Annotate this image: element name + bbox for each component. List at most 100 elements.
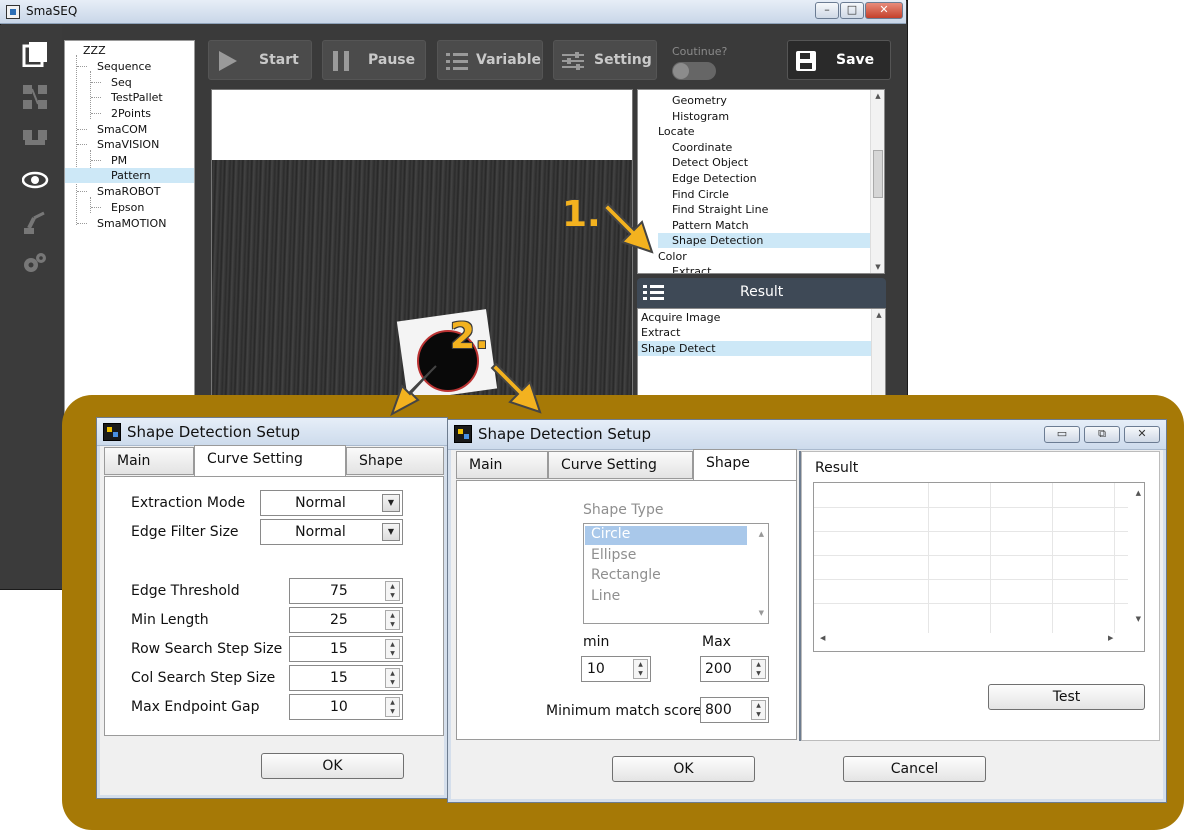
scroll-up-arrow[interactable]: ▲ (871, 92, 884, 100)
pause-button[interactable]: Pause (322, 40, 426, 80)
tree-root[interactable]: ZZZ (83, 43, 106, 58)
scroll-left-arrow[interactable]: ◀ (820, 634, 825, 642)
tab-curve-setting[interactable]: Curve Setting (194, 445, 346, 477)
continue-toggle[interactable] (672, 62, 716, 80)
setting-button[interactable]: Setting (553, 40, 657, 80)
variable-label: Variable (476, 52, 541, 68)
edge-filter-size-select[interactable]: Normal ▼ (260, 519, 403, 545)
shape-item-rectangle[interactable]: Rectangle (591, 567, 661, 583)
col-search-step-value: 15 (330, 670, 348, 686)
variable-button[interactable]: Variable (437, 40, 543, 80)
close-button[interactable]: ✕ (865, 2, 903, 19)
func-item-detect-object[interactable]: Detect Object (672, 155, 748, 170)
result-list-scrollbar[interactable]: ▲ (871, 309, 885, 399)
tree-item-smavision[interactable]: SmaVISION (97, 137, 159, 152)
result-grid[interactable]: ▲ ▼ ◀ ▶ (813, 482, 1145, 652)
shape-item-line[interactable]: Line (591, 588, 620, 604)
eye-icon[interactable] (21, 168, 49, 192)
tree-item-seq[interactable]: Seq (111, 75, 132, 90)
col-search-step-label: Col Search Step Size (131, 670, 276, 686)
func-item-find-circle[interactable]: Find Circle (672, 187, 729, 202)
tab-main[interactable]: Main (456, 451, 548, 479)
tab-shape[interactable]: Shape (693, 449, 797, 481)
result-item-acquire-image[interactable]: Acquire Image (638, 310, 871, 325)
spinner-arrows-icon[interactable]: ▲ ▼ (633, 659, 648, 679)
tree-item-2points[interactable]: 2Points (111, 106, 151, 121)
scroll-down-arrow[interactable]: ▼ (1136, 615, 1141, 623)
main-window-title: SmaSEQ (26, 4, 78, 18)
scroll-thumb[interactable] (873, 150, 883, 198)
tree-item-testpallet[interactable]: TestPallet (111, 90, 163, 105)
ok-button[interactable]: OK (612, 756, 755, 782)
scroll-right-arrow[interactable]: ▶ (1108, 634, 1113, 642)
shape-item-circle[interactable]: Circle (585, 526, 747, 545)
min-match-score-input[interactable]: 800 ▲ ▼ (700, 697, 769, 723)
restore-button[interactable]: ⧉ (1084, 426, 1120, 443)
shape-item-ellipse[interactable]: Ellipse (591, 547, 636, 563)
tree-item-epson[interactable]: Epson (111, 200, 144, 215)
maximize-button[interactable]: □ (840, 2, 864, 19)
spinner-arrows-icon[interactable]: ▲ ▼ (751, 659, 766, 679)
test-button[interactable]: Test (988, 684, 1145, 710)
func-item-geometry[interactable]: Geometry (672, 93, 727, 108)
func-item-edge-detection[interactable]: Edge Detection (672, 171, 757, 186)
tab-curve-setting[interactable]: Curve Setting (548, 451, 693, 479)
tab-main[interactable]: Main (104, 447, 194, 475)
cancel-button[interactable]: Cancel (843, 756, 986, 782)
tree-item-smacom[interactable]: SmaCOM (97, 122, 147, 137)
tree-item-pm[interactable]: PM (111, 153, 127, 168)
save-button[interactable]: Save (787, 40, 891, 80)
robot-arm-icon[interactable] (22, 209, 48, 234)
func-item-pattern-match[interactable]: Pattern Match (672, 218, 749, 233)
ok-button[interactable]: OK (261, 753, 404, 779)
minimize-button[interactable]: ▭ (1044, 426, 1080, 443)
spinner-arrows-icon[interactable]: ▲ ▼ (385, 697, 400, 717)
function-list: Geometry Histogram Locate Coordinate Det… (637, 89, 885, 274)
spinner-arrows-icon[interactable]: ▲ ▼ (385, 581, 400, 601)
scroll-up-arrow[interactable]: ▲ (759, 530, 764, 538)
close-button[interactable]: ✕ (1124, 426, 1160, 443)
scroll-up-arrow[interactable]: ▲ (872, 311, 886, 319)
image-viewer[interactable] (211, 89, 633, 399)
func-item-locate[interactable]: Locate (658, 124, 695, 139)
max-endpoint-gap-input[interactable]: 10 ▲ ▼ (289, 694, 403, 720)
scroll-down-arrow[interactable]: ▼ (871, 263, 884, 271)
gears-icon[interactable] (22, 251, 48, 275)
scroll-up-arrow[interactable]: ▲ (1136, 489, 1141, 497)
tab-shape[interactable]: Shape (346, 447, 444, 475)
func-item-find-straight-line[interactable]: Find Straight Line (672, 202, 768, 217)
flowchart-icon[interactable] (22, 84, 48, 109)
function-list-scrollbar[interactable]: ▲ ▼ (870, 90, 884, 273)
func-item-coordinate[interactable]: Coordinate (672, 140, 732, 155)
spinner-arrows-icon[interactable]: ▲ ▼ (385, 639, 400, 659)
spinner-arrows-icon[interactable]: ▲ ▼ (385, 668, 400, 688)
func-item-color[interactable]: Color (658, 249, 687, 264)
max-endpoint-gap-value: 10 (330, 699, 348, 715)
col-search-step-input[interactable]: 15 ▲ ▼ (289, 665, 403, 691)
func-item-histogram[interactable]: Histogram (672, 109, 729, 124)
min-length-input[interactable]: 25 ▲ ▼ (289, 607, 403, 633)
tree-item-pattern[interactable]: Pattern (65, 168, 194, 183)
extraction-mode-select[interactable]: Normal ▼ (260, 490, 403, 516)
max-input[interactable]: 200 ▲ ▼ (700, 656, 769, 682)
spinner-arrows-icon[interactable]: ▲ ▼ (385, 610, 400, 630)
connection-icon[interactable] (22, 126, 48, 150)
tree-item-sequence[interactable]: Sequence (97, 59, 151, 74)
func-item-extract[interactable]: Extract (672, 264, 711, 273)
tree-item-smarobot[interactable]: SmaROBOT (97, 184, 160, 199)
scroll-down-arrow[interactable]: ▼ (759, 609, 764, 617)
start-button[interactable]: Start (208, 40, 312, 80)
result-item-shape-detect[interactable]: Shape Detect (638, 341, 871, 356)
edge-threshold-input[interactable]: 75 ▲ ▼ (289, 578, 403, 604)
new-page-icon[interactable] (22, 41, 48, 68)
result-item-extract[interactable]: Extract (638, 325, 871, 340)
row-search-step-input[interactable]: 15 ▲ ▼ (289, 636, 403, 662)
tree-item-smamotion[interactable]: SmaMOTION (97, 216, 166, 231)
chevron-down-icon[interactable]: ▼ (382, 494, 400, 512)
dialog-shape-titlebar: Shape Detection Setup ▭ ⧉ ✕ (448, 420, 1166, 450)
min-input[interactable]: 10 ▲ ▼ (581, 656, 651, 682)
func-item-shape-detection[interactable]: Shape Detection (658, 233, 870, 248)
spinner-arrows-icon[interactable]: ▲ ▼ (751, 700, 766, 720)
minimize-button[interactable]: – (815, 2, 839, 19)
chevron-down-icon[interactable]: ▼ (382, 523, 400, 541)
